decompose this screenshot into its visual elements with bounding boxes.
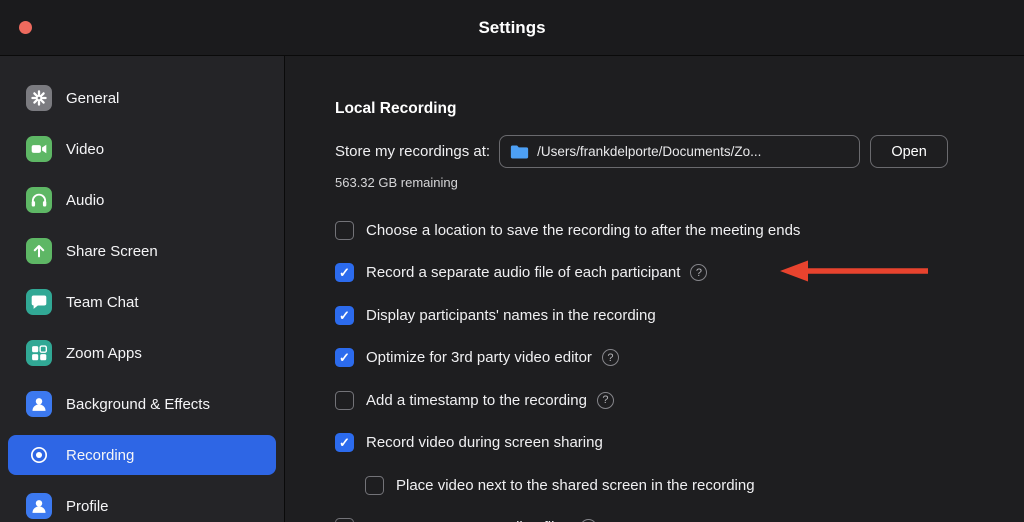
option-label: Add a timestamp to the recording — [366, 391, 587, 409]
person-silhouette-icon — [26, 391, 52, 417]
sidebar-item-label: Profile — [66, 497, 109, 515]
folder-icon — [510, 145, 529, 158]
sidebar-item-label: Zoom Apps — [66, 344, 142, 362]
option-row: Choose a location to save the recording … — [335, 219, 1024, 241]
sidebar-item-team-chat[interactable]: Team Chat — [8, 282, 276, 322]
section-title: Local Recording — [335, 100, 457, 117]
sidebar-item-zoom-apps[interactable]: Zoom Apps — [8, 333, 276, 373]
check-icon: ✓ — [339, 265, 350, 280]
option-row: Place video next to the shared screen in… — [365, 474, 1024, 496]
close-button[interactable] — [19, 21, 32, 34]
sidebar-item-label: Recording — [66, 446, 135, 464]
sidebar-item-general[interactable]: General — [8, 78, 276, 118]
sidebar-item-video[interactable]: Video — [8, 129, 276, 169]
gear-icon — [26, 85, 52, 111]
recording-path-button[interactable]: /Users/frankdelporte/Documents/Zo... — [499, 135, 861, 168]
headphones-icon — [26, 187, 52, 213]
video-camera-icon — [26, 136, 52, 162]
checkbox-checked[interactable]: ✓ — [335, 305, 354, 325]
sidebar-item-label: Team Chat — [66, 293, 139, 311]
red-arrow-annotation — [780, 260, 928, 282]
sidebar-item-label: Video — [66, 140, 105, 158]
open-button[interactable]: Open — [870, 135, 949, 168]
store-location-label: Store my recordings at: — [335, 143, 491, 160]
store-location-row: Store my recordings at: /Users/frankdelp… — [335, 135, 949, 168]
checkbox-unchecked[interactable] — [335, 220, 354, 240]
sidebar-item-recording[interactable]: Recording — [8, 435, 276, 475]
option-label: Place video next to the shared screen in… — [396, 476, 755, 494]
option-row: Keep temporary recording files ? — [335, 517, 1024, 522]
checkbox-unchecked[interactable] — [335, 390, 354, 410]
open-button-label: Open — [891, 143, 927, 160]
title-bar: Settings — [0, 0, 1024, 56]
option-label: Choose a location to save the recording … — [366, 221, 801, 239]
sidebar-item-label: Share Screen — [66, 242, 158, 260]
zoom-apps-icon — [26, 340, 52, 366]
sidebar-item-label: Audio — [66, 191, 105, 209]
help-icon[interactable]: ? — [690, 264, 708, 281]
checkbox-unchecked[interactable] — [365, 475, 384, 495]
chat-bubble-icon — [26, 289, 52, 315]
checkbox-unchecked[interactable] — [335, 518, 354, 522]
sidebar: General Video Audio Share Screen Team Ch — [0, 56, 285, 522]
check-icon: ✓ — [339, 435, 350, 450]
option-label: Record a separate audio file of each par… — [366, 264, 681, 281]
storage-remaining-label: 563.32 GB remaining — [335, 175, 458, 190]
option-row: Add a timestamp to the recording ? — [335, 389, 1024, 411]
sidebar-item-background-effects[interactable]: Background & Effects — [8, 384, 276, 424]
checkbox-checked[interactable]: ✓ — [335, 263, 354, 282]
share-screen-icon — [26, 238, 52, 264]
sidebar-item-label: Background & Effects — [66, 395, 210, 413]
option-row: ✓ Optimize for 3rd party video editor ? — [335, 347, 1024, 369]
check-icon: ✓ — [339, 350, 350, 365]
option-label: Optimize for 3rd party video editor — [366, 349, 592, 366]
sidebar-item-audio[interactable]: Audio — [8, 180, 276, 220]
option-label: Record video during screen sharing — [366, 434, 603, 451]
recording-settings-panel: Local Recording Store my recordings at: … — [286, 56, 1024, 522]
check-icon: ✓ — [339, 307, 350, 323]
recording-path-text: /Users/frankdelporte/Documents/Zo... — [537, 144, 762, 159]
option-label: Display participants' names in the recor… — [366, 306, 656, 324]
sidebar-item-profile[interactable]: Profile — [8, 486, 276, 522]
window-title: Settings — [478, 17, 546, 37]
record-icon — [26, 442, 52, 468]
settings-window: Settings General Video Audio Share Scree… — [0, 0, 1024, 522]
checkbox-checked[interactable]: ✓ — [335, 348, 354, 367]
option-row: ✓ Record video during screen sharing — [335, 432, 1024, 454]
sidebar-item-share-screen[interactable]: Share Screen — [8, 231, 276, 271]
profile-icon — [26, 493, 52, 519]
help-icon[interactable]: ? — [601, 349, 619, 366]
checkbox-checked[interactable]: ✓ — [335, 433, 354, 452]
help-icon[interactable]: ? — [596, 391, 614, 409]
sidebar-item-label: General — [66, 89, 120, 107]
option-row: ✓ Display participants' names in the rec… — [335, 304, 1024, 326]
